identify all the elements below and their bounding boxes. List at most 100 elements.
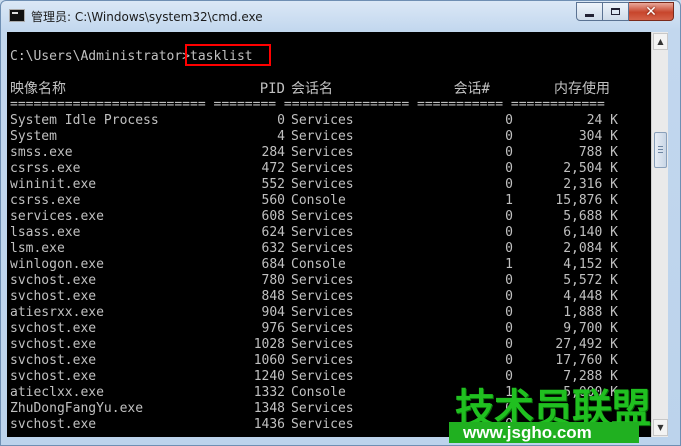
process-name: lsm.exe xyxy=(10,241,65,256)
process-pid: 560 xyxy=(261,193,285,208)
process-mem: 5,572 K xyxy=(563,273,618,288)
process-pid: 4 xyxy=(277,129,285,144)
process-num: 0 xyxy=(505,273,513,288)
window-title: 管理员: C:\Windows\system32\cmd.exe xyxy=(31,10,263,24)
cmd-app-icon[interactable] xyxy=(9,9,25,22)
process-mem: 15,876 K xyxy=(555,193,618,208)
process-row: svchost.exe 976 Services 0 9,700 K xyxy=(10,321,630,337)
process-name: svchost.exe xyxy=(10,273,97,288)
process-mem: 6,140 K xyxy=(563,225,618,240)
minimize-button[interactable] xyxy=(576,2,603,21)
scroll-up-icon[interactable]: ▲ xyxy=(653,33,668,50)
process-num: 0 xyxy=(505,225,513,240)
process-session: Services xyxy=(291,209,354,224)
process-session: Services xyxy=(291,417,354,432)
scroll-down-icon[interactable]: ▼ xyxy=(653,419,668,436)
window-controls: ✕ xyxy=(576,2,674,22)
process-mem: 4,152 K xyxy=(563,257,618,272)
process-mem: 27,492 K xyxy=(555,337,618,352)
scroll-thumb[interactable] xyxy=(654,132,667,168)
process-name: svchost.exe xyxy=(10,417,97,432)
close-button[interactable]: ✕ xyxy=(629,2,674,21)
process-mem: 2,084 K xyxy=(563,241,618,256)
process-num: 0 xyxy=(505,305,513,320)
vertical-scrollbar[interactable]: ▲ ▼ xyxy=(651,32,668,437)
process-name: svchost.exe xyxy=(10,337,97,352)
process-name: System Idle Process xyxy=(10,113,159,128)
process-name: ZhuDongFangYu.exe xyxy=(10,401,144,416)
process-name: svchost.exe xyxy=(10,289,97,304)
process-mem: 4,448 K xyxy=(563,289,618,304)
process-mem: 24 K xyxy=(586,113,618,128)
process-name: svchost.exe xyxy=(10,353,97,368)
minimize-icon xyxy=(585,14,594,17)
process-num: 0 xyxy=(505,289,513,304)
process-row: csrss.exe 560 Console 1 15,876 K xyxy=(10,193,630,209)
process-pid: 608 xyxy=(261,209,285,224)
process-mem: 5,688 K xyxy=(563,209,618,224)
header-pid: PID xyxy=(259,81,285,97)
process-row: winlogon.exe 684 Console 1 4,152 K xyxy=(10,257,630,273)
process-mem: 17,760 K xyxy=(555,353,618,368)
process-session: Services xyxy=(291,241,354,256)
process-name: csrss.exe xyxy=(10,161,81,176)
process-session: Services xyxy=(291,305,354,320)
process-session: Services xyxy=(291,129,354,144)
process-session: Services xyxy=(291,225,354,240)
process-name: lsass.exe xyxy=(10,225,81,240)
process-name: smss.exe xyxy=(10,145,73,160)
process-session: Console xyxy=(291,257,346,272)
process-row: services.exe 608 Services 0 5,688 K xyxy=(10,209,630,225)
process-mem: 9,700 K xyxy=(563,321,618,336)
process-name: svchost.exe xyxy=(10,369,97,384)
process-session: Services xyxy=(291,145,354,160)
process-row: svchost.exe 780 Services 0 5,572 K xyxy=(10,273,630,289)
process-pid: 1332 xyxy=(253,385,285,400)
process-pid: 0 xyxy=(277,113,285,128)
process-session: Services xyxy=(291,289,354,304)
process-row: smss.exe 284 Services 0 788 K xyxy=(10,145,630,161)
process-name: atiesrxx.exe xyxy=(10,305,104,320)
process-session: Services xyxy=(291,337,354,352)
process-session: Services xyxy=(291,273,354,288)
process-pid: 1348 xyxy=(253,401,285,416)
process-session: Services xyxy=(291,353,354,368)
process-session: Services xyxy=(291,177,354,192)
process-num: 1 xyxy=(505,257,513,272)
process-num: 0 xyxy=(505,177,513,192)
process-pid: 624 xyxy=(261,225,285,240)
prompt-text: C:\Users\Administrator> xyxy=(10,49,191,64)
process-row: System Idle Process 0 Services 0 24 K xyxy=(10,113,630,129)
process-num: 0 xyxy=(505,161,513,176)
process-mem: 788 K xyxy=(578,145,618,160)
header-session-num: 会话# xyxy=(453,81,490,97)
maximize-icon xyxy=(611,8,620,15)
process-name: wininit.exe xyxy=(10,177,97,192)
process-num: 0 xyxy=(505,321,513,336)
process-pid: 552 xyxy=(261,177,285,192)
process-pid: 780 xyxy=(261,273,285,288)
process-row: System 4 Services 0 304 K xyxy=(10,129,630,145)
process-row: svchost.exe 1028 Services 0 27,492 K xyxy=(10,337,630,353)
process-pid: 684 xyxy=(261,257,285,272)
process-mem: 304 K xyxy=(578,129,618,144)
process-pid: 1060 xyxy=(253,353,285,368)
process-session: Services xyxy=(291,401,354,416)
process-num: 0 xyxy=(505,209,513,224)
title-bar[interactable]: 管理员: C:\Windows\system32\cmd.exe ✕ xyxy=(1,1,680,32)
process-row: svchost.exe 848 Services 0 4,448 K xyxy=(10,289,630,305)
watermark-logo: 技术员联盟 www.jsgho.com xyxy=(449,376,651,446)
maximize-button[interactable] xyxy=(603,2,629,21)
process-row: lsm.exe 632 Services 0 2,084 K xyxy=(10,241,630,257)
process-name: svchost.exe xyxy=(10,321,97,336)
process-num: 0 xyxy=(505,113,513,128)
process-row: lsass.exe 624 Services 0 6,140 K xyxy=(10,225,630,241)
process-pid: 284 xyxy=(261,145,285,160)
process-session: Services xyxy=(291,321,354,336)
process-row: wininit.exe 552 Services 0 2,316 K xyxy=(10,177,630,193)
process-pid: 1028 xyxy=(253,337,285,352)
process-pid: 904 xyxy=(261,305,285,320)
header-session-name: 会话名 xyxy=(291,81,333,97)
process-mem: 1,888 K xyxy=(563,305,618,320)
process-session: Services xyxy=(291,161,354,176)
